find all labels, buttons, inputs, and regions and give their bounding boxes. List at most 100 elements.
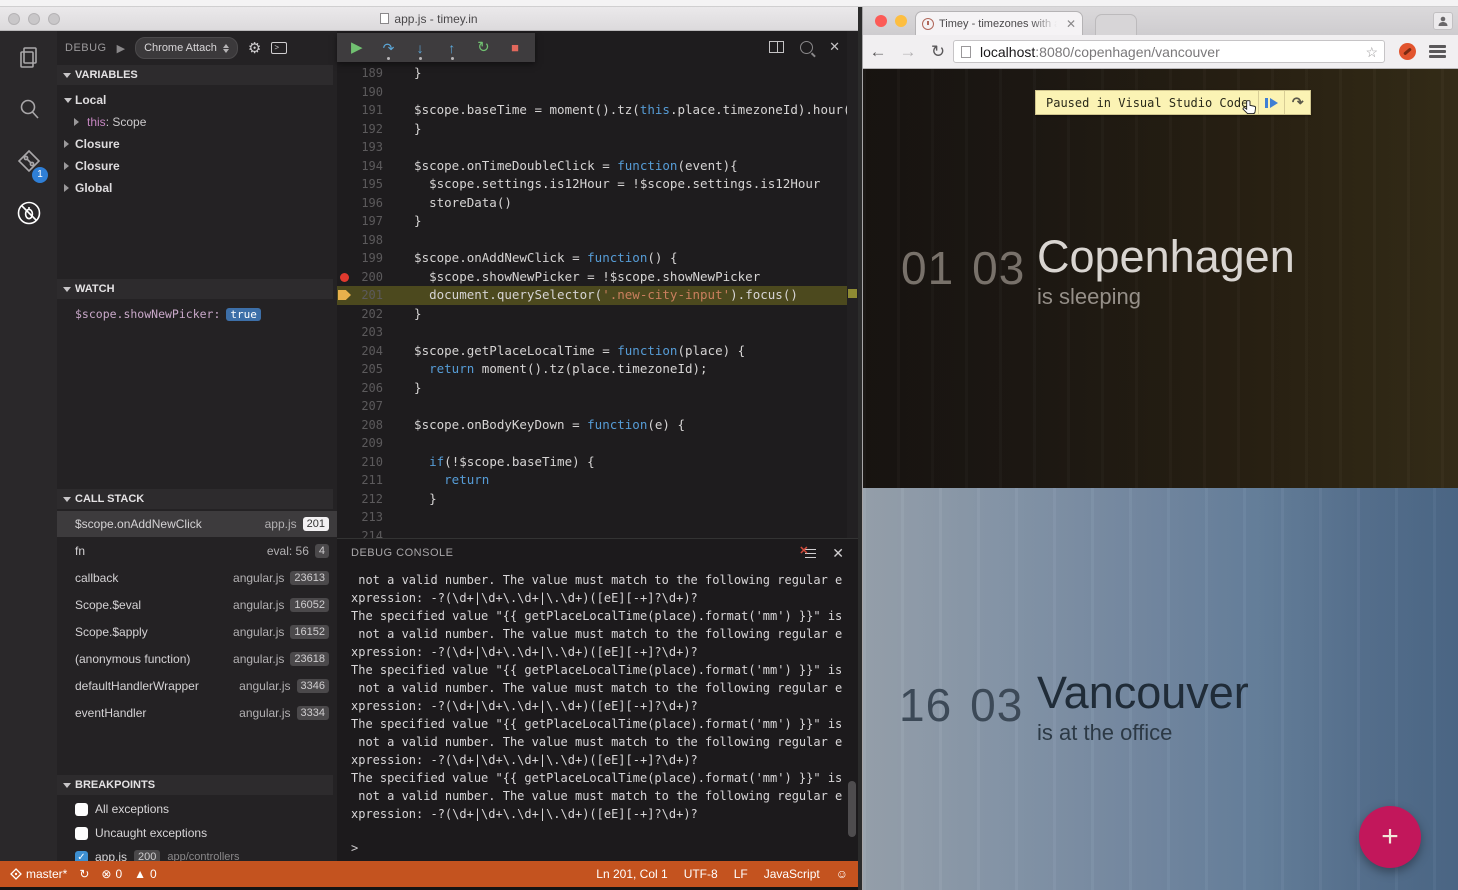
debug-config-dropdown[interactable]: Chrome Attach	[135, 37, 238, 59]
breakpoint-row[interactable]: Uncaught exceptions	[57, 822, 337, 844]
gutter-margin[interactable]	[337, 286, 353, 305]
call-stack-frame[interactable]: (anonymous function)angular.js23618	[57, 646, 337, 672]
gutter-margin[interactable]	[337, 397, 353, 416]
variable-row[interactable]: Global	[57, 177, 337, 199]
code-line[interactable]: 208 $scope.onBodyKeyDown = function(e) {	[337, 416, 858, 435]
breakpoint-checkbox[interactable]: ✓	[75, 851, 88, 862]
gutter-margin[interactable]	[337, 453, 353, 472]
call-stack-frame[interactable]: $scope.onAddNewClickapp.js201	[57, 511, 337, 537]
breakpoints-section-header[interactable]: BREAKPOINTS	[57, 775, 333, 795]
debugger-step-over-button[interactable]: ↷	[1284, 91, 1310, 114]
code-line[interactable]: 211 return	[337, 471, 858, 490]
gutter-margin[interactable]	[337, 157, 353, 176]
city-time[interactable]: 01 03	[901, 241, 1025, 295]
gutter-margin[interactable]	[337, 323, 353, 342]
extension-icon[interactable]	[1399, 43, 1416, 60]
menu-icon[interactable]	[1429, 43, 1446, 61]
code-line[interactable]: 202 }	[337, 305, 858, 324]
code-line[interactable]: 203	[337, 323, 858, 342]
code-line[interactable]: 205 return moment().tz(place.timezoneId)…	[337, 360, 858, 379]
gutter-margin[interactable]	[337, 360, 353, 379]
bookmark-star-icon[interactable]: ☆	[1365, 44, 1378, 61]
editor-scrollbar[interactable]	[847, 31, 858, 538]
breakpoint-dot[interactable]	[340, 273, 349, 282]
profile-button[interactable]	[1433, 12, 1453, 30]
language-status[interactable]: JavaScript	[764, 867, 820, 881]
watch-section-header[interactable]: WATCH	[57, 279, 333, 299]
code-line[interactable]: 190	[337, 83, 858, 102]
gutter-margin[interactable]	[337, 249, 353, 268]
tab-close-icon[interactable]: ✕	[1066, 17, 1076, 31]
sidebar-item-search[interactable]	[0, 83, 57, 135]
gutter-margin[interactable]	[337, 212, 353, 231]
sidebar-item-explorer[interactable]	[0, 31, 57, 83]
breakpoint-row[interactable]: All exceptions	[57, 798, 337, 820]
code-line[interactable]: 192 }	[337, 120, 858, 139]
code-editor[interactable]: 189 }190191 $scope.baseTime = moment().t…	[337, 31, 858, 538]
code-line[interactable]: 195 $scope.settings.is12Hour = !$scope.s…	[337, 175, 858, 194]
browser-tab[interactable]: Timey - timezones with a h ✕	[915, 11, 1083, 35]
call-stack-frame[interactable]: callbackangular.js23613	[57, 565, 337, 591]
close-console-icon[interactable]: ✕	[832, 545, 844, 562]
call-stack-frame[interactable]: Scope.$evalangular.js16052	[57, 592, 337, 618]
variable-row[interactable]: Closure	[57, 155, 337, 177]
step-over-button[interactable]: ↷	[376, 35, 400, 61]
code-line[interactable]: 212 }	[337, 490, 858, 509]
console-output[interactable]: not a valid number. The value must match…	[337, 567, 858, 839]
code-line[interactable]: 199 $scope.onAddNewClick = function() {	[337, 249, 858, 268]
gutter-margin[interactable]	[337, 305, 353, 324]
debugger-resume-button[interactable]	[1258, 91, 1284, 114]
forward-button[interactable]: →	[893, 42, 923, 62]
twistie-icon[interactable]	[64, 140, 69, 148]
variables-section-header[interactable]: VARIABLES	[57, 65, 333, 85]
gutter-margin[interactable]	[337, 471, 353, 490]
continue-button[interactable]: ▶	[345, 35, 369, 61]
breakpoint-checkbox[interactable]	[75, 827, 88, 840]
code-line[interactable]: 201 document.querySelector('.new-city-in…	[337, 286, 858, 305]
gutter-margin[interactable]	[337, 416, 353, 435]
gutter-margin[interactable]	[337, 175, 353, 194]
address-bar[interactable]: localhost:8080/copenhagen/vancouver ☆	[953, 40, 1385, 63]
variable-row[interactable]: Closure	[57, 133, 337, 155]
code-line[interactable]: 210 if(!$scope.baseTime) {	[337, 453, 858, 472]
gutter-margin[interactable]	[337, 490, 353, 509]
call-stack-frame[interactable]: eventHandlerangular.js3334	[57, 700, 337, 726]
code-line[interactable]: 209	[337, 434, 858, 453]
back-button[interactable]: ←	[863, 42, 893, 62]
sidebar-item-source-control[interactable]: 1	[0, 135, 57, 187]
restart-button[interactable]: ↻	[471, 35, 495, 61]
code-line[interactable]: 194 $scope.onTimeDoubleClick = function(…	[337, 157, 858, 176]
gutter-margin[interactable]	[337, 379, 353, 398]
stop-button[interactable]: ■	[503, 35, 527, 61]
gutter-margin[interactable]	[337, 83, 353, 102]
code-line[interactable]: 204 $scope.getPlaceLocalTime = function(…	[337, 342, 858, 361]
code-line[interactable]: 193	[337, 138, 858, 157]
watch-row[interactable]: $scope.showNewPicker: true	[57, 303, 337, 325]
code-line[interactable]: 196 storeData()	[337, 194, 858, 213]
add-city-fab[interactable]: +	[1359, 806, 1421, 868]
gutter-margin[interactable]	[337, 194, 353, 213]
errors-status[interactable]: ⊗ 0	[101, 867, 122, 881]
code-line[interactable]: 198	[337, 231, 858, 250]
gutter-margin[interactable]	[337, 101, 353, 120]
cursor-position-status[interactable]: Ln 201, Col 1	[596, 867, 667, 881]
code-line[interactable]: 200 $scope.showNewPicker = !$scope.showN…	[337, 268, 858, 287]
git-branch-status[interactable]: master*	[10, 867, 67, 881]
reload-button[interactable]: ↻	[923, 42, 953, 62]
split-editor-icon[interactable]	[769, 41, 784, 53]
console-prompt[interactable]: >	[351, 841, 358, 855]
minimize-window-button[interactable]	[895, 15, 907, 27]
code-line[interactable]: 214	[337, 527, 858, 539]
call-stack-frame[interactable]: defaultHandlerWrapperangular.js3346	[57, 673, 337, 699]
code-line[interactable]: 206 }	[337, 379, 858, 398]
code-line[interactable]: 197 }	[337, 212, 858, 231]
gutter-margin[interactable]	[337, 527, 353, 539]
twistie-icon[interactable]	[74, 118, 79, 126]
code-line[interactable]: 207	[337, 397, 858, 416]
new-tab-button[interactable]	[1095, 14, 1137, 35]
gutter-margin[interactable]	[337, 138, 353, 157]
open-console-icon[interactable]: >	[271, 42, 287, 54]
eol-status[interactable]: LF	[734, 867, 748, 881]
feedback-smiley-icon[interactable]: ☺	[836, 867, 848, 881]
call-stack-frame[interactable]: Scope.$applyangular.js16152	[57, 619, 337, 645]
